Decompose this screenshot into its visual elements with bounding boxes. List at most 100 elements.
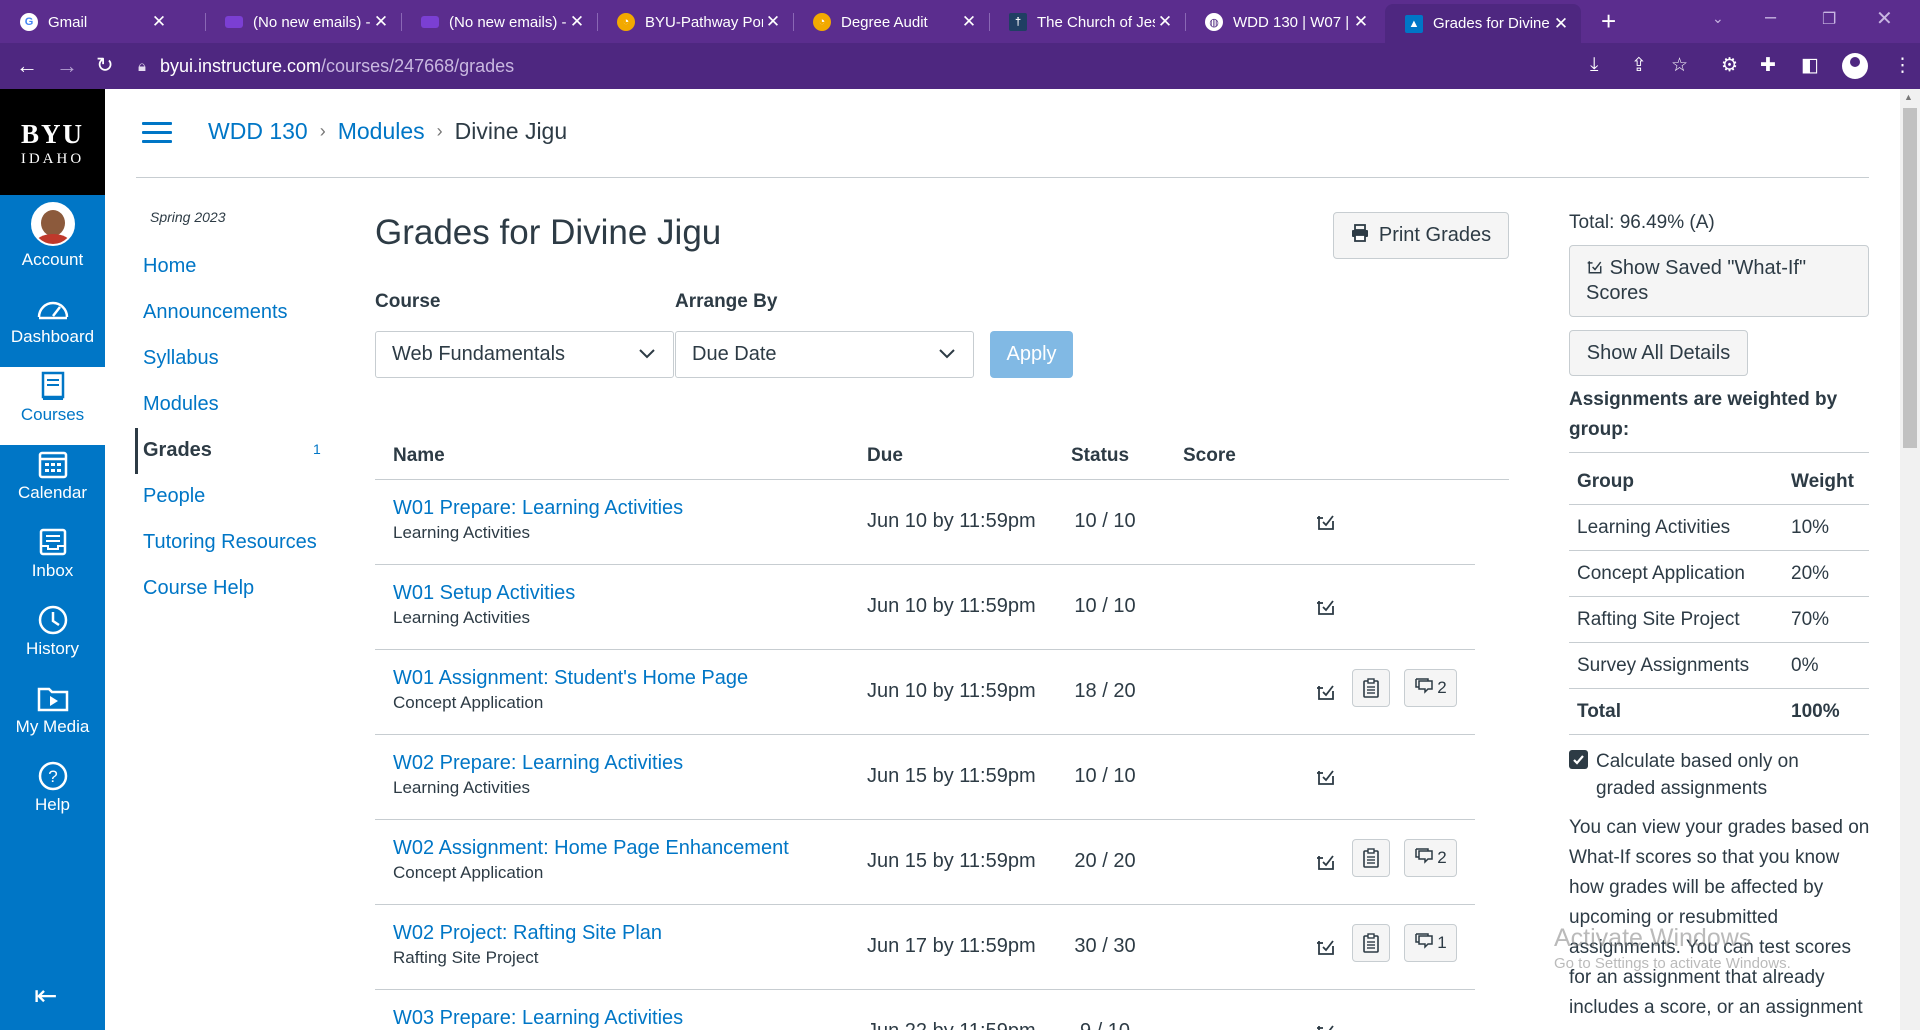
column-header-status[interactable]: Status	[1071, 445, 1129, 467]
tab-title: BYU-Pathway Port	[645, 13, 763, 31]
score: 30 / 30	[1074, 935, 1136, 957]
global-nav-calendar[interactable]: Calendar	[0, 445, 105, 523]
browser-tab-mail-2[interactable]: (No new emails) - ✕	[401, 4, 597, 40]
mail-icon	[421, 16, 439, 28]
browser-tab-mail-1[interactable]: (No new emails) - ✕	[205, 4, 401, 40]
assignment-link[interactable]: W01 Assignment: Student's Home Page	[393, 667, 748, 690]
byu-idaho-logo[interactable]: BYU IDAHO	[0, 89, 105, 195]
assignment-link[interactable]: W02 Project: Rafting Site Plan	[393, 922, 662, 945]
what-if-icon[interactable]	[1315, 1021, 1337, 1030]
share-icon[interactable]: ⇪	[1631, 54, 1647, 77]
close-icon[interactable]: ✕	[1155, 12, 1175, 32]
close-icon[interactable]: ✕	[567, 12, 587, 32]
browser-tab-gmail[interactable]: G Gmail ✕	[0, 4, 179, 40]
browser-tab-grades[interactable]: ▲ Grades for Divine ✕	[1385, 4, 1581, 43]
close-icon[interactable]: ✕	[763, 12, 783, 32]
what-if-icon[interactable]	[1315, 511, 1337, 533]
assignment-link[interactable]: W01 Setup Activities	[393, 582, 575, 605]
close-icon[interactable]: ✕	[1351, 12, 1371, 32]
course-menu-toggle-icon[interactable]	[142, 122, 172, 144]
reload-icon[interactable]: ↻	[96, 53, 114, 78]
checkmark-icon	[1573, 755, 1584, 765]
column-header-score[interactable]: Score	[1183, 445, 1236, 467]
url-field[interactable]: 🔒︎ byui.instructure.com/courses/247668/g…	[138, 49, 1738, 83]
comments-button[interactable]: 1	[1404, 924, 1457, 962]
scrollbar-thumb[interactable]	[1903, 108, 1917, 448]
back-icon[interactable]: ←	[16, 53, 38, 79]
browser-menu-icon[interactable]: ⋮	[1893, 54, 1912, 77]
restore-icon[interactable]: ❐	[1822, 9, 1836, 29]
what-if-icon[interactable]	[1315, 936, 1337, 958]
chevron-down-icon	[639, 349, 655, 359]
rubric-icon[interactable]	[1352, 669, 1390, 707]
page-title: Grades for Divine Jigu	[375, 213, 722, 252]
close-icon[interactable]: ✕	[371, 12, 391, 32]
comment-count: 1	[1437, 933, 1447, 952]
inbox-icon	[0, 523, 105, 561]
browser-tab-church[interactable]: † The Church of Jes ✕	[989, 4, 1185, 40]
browser-tab-degree-audit[interactable]: ◔ Degree Audit ✕	[793, 4, 989, 40]
bookmark-star-icon[interactable]: ☆	[1671, 54, 1688, 77]
global-nav-dashboard[interactable]: Dashboard	[0, 289, 105, 367]
apply-button[interactable]: Apply	[990, 331, 1073, 378]
arrange-by-select[interactable]: Due Date	[675, 331, 974, 378]
comments-button[interactable]: 2	[1404, 669, 1457, 707]
scroll-up-icon[interactable]: ▲	[1904, 92, 1913, 102]
breadcrumb-modules-link[interactable]: Modules	[338, 118, 425, 145]
install-icon[interactable]: ⤓	[1590, 54, 1598, 76]
extension-gear-icon[interactable]: ⚙	[1721, 54, 1738, 77]
course-nav-announcements[interactable]: Announcements	[143, 301, 288, 324]
new-tab-icon[interactable]: +	[1601, 6, 1616, 37]
profile-icon[interactable]	[1842, 53, 1868, 79]
column-header-name[interactable]: Name	[393, 445, 445, 467]
term-label: Spring 2023	[150, 209, 226, 225]
side-panel-icon[interactable]: ◧	[1801, 54, 1819, 77]
browser-tab-wdd130[interactable]: ◍ WDD 130 | W07 | ✕	[1185, 4, 1381, 40]
column-header-due[interactable]: Due	[867, 445, 903, 467]
collapse-nav-icon[interactable]: ⇤	[34, 979, 57, 1012]
calculate-graded-only-label[interactable]: Calculate based only on graded assignmen…	[1596, 748, 1856, 802]
course-nav-people[interactable]: People	[143, 485, 205, 508]
rubric-icon[interactable]	[1352, 924, 1390, 962]
global-nav-help[interactable]: ? Help	[0, 757, 105, 835]
close-icon[interactable]: ✕	[149, 12, 169, 32]
what-if-icon[interactable]	[1315, 596, 1337, 618]
global-nav-inbox[interactable]: Inbox	[0, 523, 105, 601]
course-nav-modules[interactable]: Modules	[143, 393, 219, 416]
forward-icon[interactable]: →	[56, 53, 78, 79]
global-nav-my-media[interactable]: My Media	[0, 679, 105, 757]
close-icon[interactable]: ✕	[959, 12, 979, 32]
weights-header-group: Group	[1577, 471, 1634, 492]
assignment-link[interactable]: W01 Prepare: Learning Activities	[393, 497, 683, 520]
global-nav-account[interactable]: Account	[0, 202, 105, 282]
comments-button[interactable]: 2	[1404, 839, 1457, 877]
assignment-link[interactable]: W03 Prepare: Learning Activities	[393, 1007, 683, 1030]
grade-row: W02 Assignment: Home Page Enhancement Con…	[375, 820, 1475, 905]
course-nav-syllabus[interactable]: Syllabus	[143, 347, 219, 370]
course-nav-home[interactable]: Home	[143, 255, 196, 278]
show-saved-what-if-button[interactable]: Show Saved "What-If" Scores	[1569, 245, 1869, 317]
assignment-link[interactable]: W02 Assignment: Home Page Enhancement	[393, 837, 789, 860]
course-nav-tutoring-resources[interactable]: Tutoring Resources	[143, 531, 317, 554]
assignment-link[interactable]: W02 Prepare: Learning Activities	[393, 752, 683, 775]
global-nav-history[interactable]: History	[0, 601, 105, 679]
window-close-icon[interactable]: ✕	[1876, 6, 1893, 31]
course-select[interactable]: Web Fundamentals	[375, 331, 674, 378]
global-nav-courses[interactable]: Courses	[0, 367, 105, 445]
global-nav-label: History	[26, 639, 79, 658]
rubric-icon[interactable]	[1352, 839, 1390, 877]
what-if-icon[interactable]	[1315, 766, 1337, 788]
what-if-icon[interactable]	[1315, 851, 1337, 873]
calculate-graded-only-checkbox[interactable]	[1569, 750, 1588, 769]
show-all-details-button[interactable]: Show All Details	[1569, 330, 1748, 376]
course-nav-grades[interactable]: Grades	[143, 439, 212, 462]
print-grades-button[interactable]: Print Grades	[1333, 212, 1509, 259]
extensions-puzzle-icon[interactable]: ✚	[1760, 54, 1776, 77]
course-nav-course-help[interactable]: Course Help	[143, 577, 254, 600]
close-icon[interactable]: ✕	[1551, 14, 1571, 34]
browser-tab-pathway-portal[interactable]: ◔ BYU-Pathway Port ✕	[597, 4, 793, 40]
what-if-icon[interactable]	[1315, 681, 1337, 703]
tab-search-icon[interactable]: ⌄	[1712, 10, 1724, 27]
breadcrumb-course-link[interactable]: WDD 130	[208, 118, 308, 145]
minimize-icon[interactable]: –	[1765, 6, 1776, 29]
